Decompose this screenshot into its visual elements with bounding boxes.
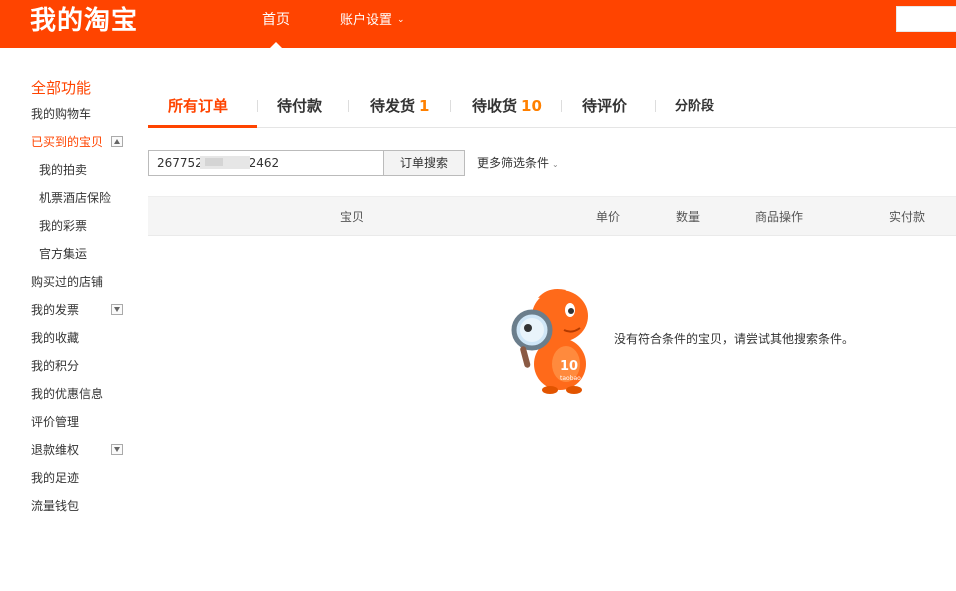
sidebar-item[interactable]: 我的发票	[31, 302, 141, 330]
order-tabs: 所有订单 待付款 待发货 1 待收货 10 待评价 分阶段	[148, 85, 956, 128]
tab-label: 待发货	[370, 97, 416, 115]
sidebar-item[interactable]: 机票酒店保险	[31, 190, 141, 218]
column-header-actions: 商品操作	[755, 210, 804, 224]
tab-label: 待评价	[582, 97, 628, 115]
tab-divider	[561, 100, 562, 112]
sidebar-item[interactable]: 我的彩票	[31, 218, 141, 246]
tab-label: 分阶段	[675, 99, 715, 114]
column-header-quantity: 数量	[676, 210, 701, 224]
sidebar-item[interactable]: 我的购物车	[31, 106, 141, 134]
tab-label: 所有订单	[168, 97, 229, 115]
sidebar-item[interactable]: 我的足迹	[31, 470, 141, 498]
empty-state-message: 没有符合条件的宝贝，请尝试其他搜索条件。	[614, 332, 855, 346]
nav-account-settings[interactable]: 账户设置 ⌄	[340, 11, 405, 30]
column-header-price: 单价	[596, 210, 621, 224]
sidebar-item-label: 我的足迹	[31, 471, 80, 485]
sidebar-item[interactable]: 我的优惠信息	[31, 386, 141, 414]
count-badge: 1	[419, 97, 430, 115]
tab-label: 待收货	[472, 97, 518, 115]
active-nav-indicator	[270, 42, 282, 48]
chevron-down-icon: ⌄	[552, 160, 559, 169]
more-filters-label: 更多筛选条件	[477, 156, 550, 170]
sidebar-item-label: 官方集运	[39, 247, 88, 261]
sidebar-title: 全部功能	[31, 79, 92, 97]
sidebar: 全部功能 我的购物车已买到的宝贝我的拍卖机票酒店保险 我的彩票官方集运购买过的店铺…	[31, 78, 141, 526]
count-badge: 10	[521, 97, 542, 115]
expand-icon[interactable]	[111, 444, 123, 455]
sidebar-item-label: 流量钱包	[31, 499, 80, 513]
collapse-icon[interactable]	[111, 136, 123, 147]
mascot-jersey-number: 10	[560, 359, 578, 374]
tab-pending-payment[interactable]: 待付款	[277, 95, 322, 117]
sidebar-item[interactable]: 我的拍卖	[31, 162, 141, 190]
nav-account-settings-label: 账户设置	[340, 13, 393, 28]
column-header-item: 宝贝	[340, 210, 365, 224]
sidebar-item[interactable]: 我的收藏	[31, 330, 141, 358]
sidebar-item[interactable]: 已买到的宝贝	[31, 134, 141, 162]
sidebar-list: 我的购物车已买到的宝贝我的拍卖机票酒店保险 我的彩票官方集运购买过的店铺 我的发票我…	[31, 106, 141, 526]
mascot-jersey-text: taobao	[560, 375, 581, 382]
tab-installments[interactable]: 分阶段	[675, 96, 714, 118]
tab-all-orders[interactable]: 所有订单	[168, 95, 228, 117]
chevron-down-icon: ⌄	[397, 15, 405, 25]
sidebar-item-label: 已买到的宝贝	[31, 135, 104, 149]
mascot-magnifier-icon: 10 taobao	[511, 289, 588, 394]
nav-home-link[interactable]: 首页	[262, 11, 290, 29]
sidebar-item-label: 我的积分	[31, 359, 80, 373]
sidebar-item-label: 我的彩票	[39, 219, 88, 233]
sidebar-item-label: 退款维权	[31, 443, 80, 457]
header-search-input[interactable]	[896, 6, 956, 32]
tab-label: 待付款	[277, 97, 323, 115]
more-filters-toggle[interactable]: 更多筛选条件 ⌄	[477, 155, 559, 173]
sidebar-item-label: 购买过的店铺	[31, 275, 104, 289]
sidebar-item[interactable]: 流量钱包	[31, 498, 141, 526]
sidebar-item[interactable]: 购买过的店铺	[31, 274, 141, 302]
redaction-block	[205, 158, 223, 166]
order-search-input[interactable]	[148, 150, 384, 176]
tab-divider	[348, 100, 349, 112]
sidebar-item-label: 我的拍卖	[39, 163, 88, 177]
sidebar-item-label: 评价管理	[31, 415, 80, 429]
sidebar-item-label: 我的优惠信息	[31, 387, 104, 401]
sidebar-item-label: 机票酒店保险	[39, 191, 112, 205]
sidebar-item[interactable]: 评价管理	[31, 414, 141, 442]
sidebar-item-label: 我的购物车	[31, 107, 92, 121]
column-header-paid: 实付款	[889, 210, 926, 224]
tab-pending-shipment[interactable]: 待发货 1	[370, 95, 429, 117]
tab-divider	[450, 100, 451, 112]
tab-divider	[655, 100, 656, 112]
order-search-button[interactable]: 订单搜索	[383, 150, 465, 176]
sidebar-item-label: 我的发票	[31, 303, 80, 317]
sidebar-item[interactable]: 官方集运	[31, 246, 141, 274]
sidebar-item[interactable]: 退款维权	[31, 442, 141, 470]
sidebar-item[interactable]: 我的积分	[31, 358, 141, 386]
tab-divider	[257, 100, 258, 112]
tab-pending-review[interactable]: 待评价	[582, 95, 627, 117]
expand-icon[interactable]	[111, 304, 123, 315]
orders-table-header: 宝贝 单价 数量 商品操作 实付款	[148, 196, 956, 236]
top-nav-bar: 我的淘宝 首页 账户设置 ⌄	[0, 0, 956, 48]
sidebar-item-label: 我的收藏	[31, 331, 80, 345]
tab-pending-receipt[interactable]: 待收货 10	[472, 95, 542, 117]
logo[interactable]: 我的淘宝	[30, 6, 138, 36]
active-tab-underline	[148, 125, 257, 128]
